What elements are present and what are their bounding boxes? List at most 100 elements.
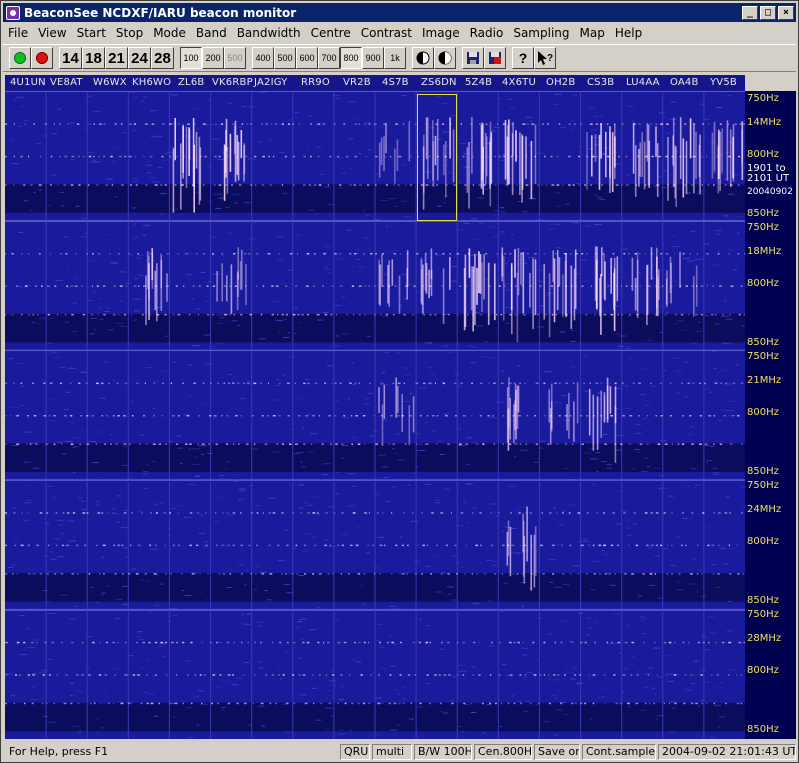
red-dot-icon xyxy=(36,52,48,64)
scale-top-label: 750Hz xyxy=(747,480,779,491)
menu-view[interactable]: View xyxy=(33,26,71,40)
contrast-down-button[interactable] xyxy=(412,47,434,69)
bandwidth-100-button[interactable]: 100 xyxy=(180,47,202,69)
status-bar: For Help, press F1 QRU multi B/W 100Hz C… xyxy=(3,742,796,761)
selection-box[interactable] xyxy=(417,94,457,221)
scale-top-label: 750Hz xyxy=(747,222,779,233)
floppy-disk-icon xyxy=(467,52,479,64)
contrast-icon xyxy=(438,51,452,65)
time-range-label: 2101 UT xyxy=(747,173,790,184)
waterfall-display[interactable] xyxy=(5,91,745,739)
band-name-label: 28MHz xyxy=(747,633,782,644)
title-bar[interactable]: BeaconSee NCDXF/IARU beacon monitor _ □ … xyxy=(3,3,796,22)
centre-1k-button[interactable]: 1k xyxy=(384,47,406,69)
about-button[interactable]: ? xyxy=(512,47,534,69)
scale-mid-label: 800Hz xyxy=(747,665,779,676)
minimize-button[interactable]: _ xyxy=(742,5,758,20)
svg-text:?: ? xyxy=(547,53,553,64)
menu-contrast[interactable]: Contrast xyxy=(356,26,417,40)
date-label: 20040902 xyxy=(747,187,793,197)
band-21-button[interactable]: 21 xyxy=(105,47,128,69)
beacon-label[interactable]: JA2IGY xyxy=(254,77,288,88)
beacon-label[interactable]: VE8AT xyxy=(50,77,83,88)
beacon-label[interactable]: CS3B xyxy=(587,77,614,88)
band-24-button[interactable]: 24 xyxy=(128,47,151,69)
save-image-button[interactable] xyxy=(484,47,506,69)
beacon-label[interactable]: 4S7B xyxy=(382,77,409,88)
beacon-label[interactable]: VR2B xyxy=(343,77,371,88)
band-name-label: 18MHz xyxy=(747,246,782,257)
menu-centre[interactable]: Centre xyxy=(306,26,356,40)
centre-700-button[interactable]: 700 xyxy=(318,47,340,69)
centre-500-button[interactable]: 500 xyxy=(274,47,296,69)
menu-radio[interactable]: Radio xyxy=(465,26,509,40)
menu-image[interactable]: Image xyxy=(417,26,465,40)
beacon-label[interactable]: RR9O xyxy=(301,77,330,88)
pointer-help-icon: ? xyxy=(538,51,553,65)
band-28-button[interactable]: 28 xyxy=(151,47,174,69)
scale-bottom-label: 850Hz xyxy=(747,724,779,735)
menu-sampling[interactable]: Sampling xyxy=(508,26,574,40)
bandwidth-500-button[interactable]: 500 xyxy=(224,47,246,69)
app-icon[interactable] xyxy=(6,5,20,20)
beacon-label[interactable]: LU4AA xyxy=(626,77,660,88)
band-name-label: 24MHz xyxy=(747,504,782,515)
beacon-label[interactable]: YV5B xyxy=(710,77,737,88)
waterfall-signals xyxy=(5,91,745,739)
scale-top-label: 750Hz xyxy=(747,93,779,104)
record-button[interactable] xyxy=(31,47,53,69)
menu-bar: File View Start Stop Mode Band Bandwidth… xyxy=(3,23,796,42)
context-help-button[interactable]: ? xyxy=(534,47,556,69)
status-save: Save on xyxy=(534,743,580,760)
status-datetime: 2004-09-02 21:01:43 UT xyxy=(658,743,796,760)
green-dot-icon xyxy=(14,52,26,64)
scale-top-label: 750Hz xyxy=(747,351,779,362)
menu-start[interactable]: Start xyxy=(72,26,111,40)
floppy-red-icon xyxy=(489,52,501,64)
centre-400-button[interactable]: 400 xyxy=(252,47,274,69)
toolbar: 14 18 21 24 28 100 200 500 400 500 600 7… xyxy=(3,44,796,72)
beacon-label[interactable]: VK6RBP xyxy=(212,77,253,88)
centre-900-button[interactable]: 900 xyxy=(362,47,384,69)
frequency-scale: 750Hz 14MHz 800Hz 1901 to 2101 UT 200409… xyxy=(745,91,796,739)
beacon-label[interactable]: OH2B xyxy=(546,77,575,88)
beacon-label[interactable]: 4U1UN xyxy=(10,77,46,88)
beacon-label[interactable]: KH6WO xyxy=(132,77,171,88)
scale-bottom-label: 850Hz xyxy=(747,208,779,219)
scale-mid-label: 800Hz xyxy=(747,407,779,418)
question-mark-icon: ? xyxy=(518,50,528,66)
start-button[interactable] xyxy=(9,47,31,69)
main-window: BeaconSee NCDXF/IARU beacon monitor _ □ … xyxy=(0,0,799,763)
menu-bandwidth[interactable]: Bandwidth xyxy=(232,26,306,40)
scale-bottom-label: 850Hz xyxy=(747,337,779,348)
bandwidth-200-button[interactable]: 200 xyxy=(202,47,224,69)
beacon-callsign-row: 4U1UN VE8AT W6WX KH6WO ZL6B VK6RBP JA2IG… xyxy=(5,75,745,91)
contrast-icon xyxy=(416,51,430,65)
save-button[interactable] xyxy=(462,47,484,69)
menu-mode[interactable]: Mode xyxy=(148,26,191,40)
beacon-label[interactable]: OA4B xyxy=(670,77,699,88)
beacon-label[interactable]: 4X6TU xyxy=(502,77,536,88)
contrast-up-button[interactable] xyxy=(434,47,456,69)
beacon-label[interactable]: W6WX xyxy=(93,77,127,88)
menu-help[interactable]: Help xyxy=(610,26,647,40)
menu-map[interactable]: Map xyxy=(575,26,610,40)
centre-800-button[interactable]: 800 xyxy=(340,47,362,69)
band-name-label: 14MHz xyxy=(747,117,782,128)
band-name-label: 21MHz xyxy=(747,375,782,386)
menu-band[interactable]: Band xyxy=(191,26,232,40)
beacon-label[interactable]: ZL6B xyxy=(178,77,204,88)
scale-mid-label: 800Hz xyxy=(747,149,779,160)
menu-file[interactable]: File xyxy=(3,26,33,40)
centre-600-button[interactable]: 600 xyxy=(296,47,318,69)
status-mode: multi xyxy=(372,743,412,760)
beacon-label[interactable]: 5Z4B xyxy=(465,77,492,88)
scale-mid-label: 800Hz xyxy=(747,278,779,289)
menu-stop[interactable]: Stop xyxy=(111,26,148,40)
maximize-button[interactable]: □ xyxy=(760,5,776,20)
status-qru: QRU xyxy=(340,743,370,760)
close-button[interactable]: × xyxy=(778,5,794,20)
beacon-label[interactable]: ZS6DN xyxy=(421,77,457,88)
band-14-button[interactable]: 14 xyxy=(59,47,82,69)
band-18-button[interactable]: 18 xyxy=(82,47,105,69)
